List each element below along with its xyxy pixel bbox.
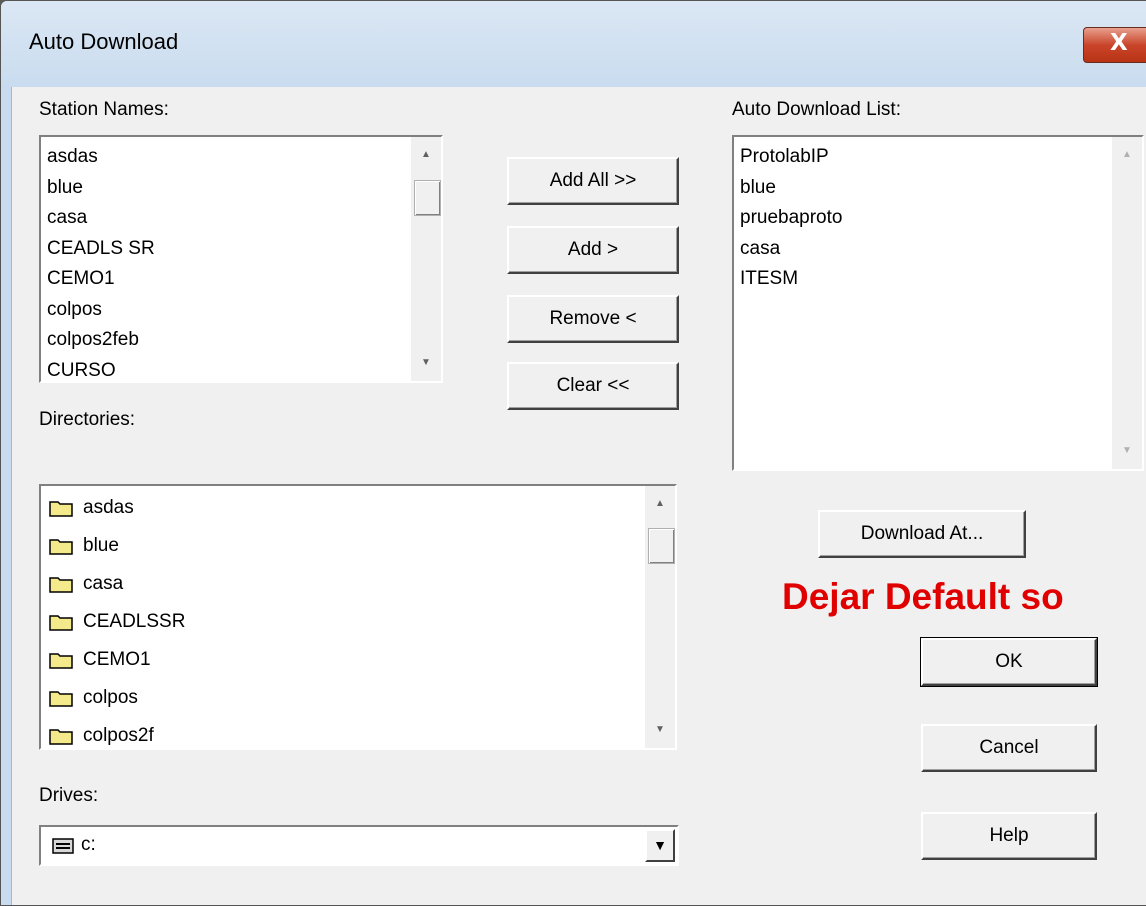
dropdown-arrow-icon[interactable]: ▼ <box>645 829 675 862</box>
list-item[interactable]: casa <box>47 203 155 234</box>
directory-label: casa <box>83 573 124 594</box>
folder-icon <box>49 727 73 745</box>
folder-icon <box>49 575 73 593</box>
list-item[interactable]: ProtolabIP <box>740 142 842 173</box>
auto-download-list-label: Auto Download List: <box>732 99 901 120</box>
download-at-button[interactable]: Download At... <box>818 510 1026 558</box>
list-item[interactable]: colpos2f <box>49 717 185 755</box>
list-item[interactable]: blue <box>49 527 185 565</box>
list-item[interactable]: colpos <box>47 295 155 326</box>
list-item[interactable]: CEADLSSR <box>49 603 185 641</box>
window-title: Auto Download <box>29 29 179 54</box>
station-names-label: Station Names: <box>39 99 169 120</box>
add-all-button[interactable]: Add All >> <box>507 157 679 205</box>
directory-label: colpos <box>83 687 138 708</box>
list-item[interactable]: blue <box>740 173 842 204</box>
directories-scrollbar[interactable]: ▲ ▼ <box>645 486 675 748</box>
scroll-down-arrow-icon[interactable]: ▼ <box>645 716 675 744</box>
scroll-thumb[interactable] <box>648 528 675 564</box>
folder-icon <box>49 499 73 517</box>
cancel-button[interactable]: Cancel <box>921 724 1097 772</box>
list-item[interactable]: ITESM <box>740 264 842 295</box>
auto-download-scrollbar[interactable]: ▲ ▼ <box>1112 137 1142 469</box>
directory-label: asdas <box>83 497 134 518</box>
folder-icon <box>49 537 73 555</box>
directories-listbox[interactable]: asdas blue casa CEADLSSR CEMO1 colpos co… <box>39 484 677 750</box>
help-button[interactable]: Help <box>921 812 1097 860</box>
drives-selected-value: c: <box>81 834 96 855</box>
drives-combobox[interactable]: c: ▼ <box>39 825 679 866</box>
close-button[interactable]: X <box>1083 27 1146 63</box>
directory-label: blue <box>83 535 119 556</box>
directory-label: colpos2f <box>83 725 154 746</box>
drive-icon <box>52 838 74 859</box>
directory-label: CEMO1 <box>83 649 151 670</box>
scroll-up-arrow-icon[interactable]: ▲ <box>1112 141 1142 169</box>
folder-icon <box>49 651 73 669</box>
folder-icon <box>49 689 73 707</box>
clear-button[interactable]: Clear << <box>507 362 679 410</box>
list-item[interactable]: colpos <box>49 679 185 717</box>
list-item[interactable]: casa <box>740 234 842 265</box>
scroll-up-arrow-icon[interactable]: ▲ <box>411 141 441 169</box>
auto-download-listbox[interactable]: ProtolabIP blue pruebaproto casa ITESM ▲… <box>732 135 1144 471</box>
remove-button[interactable]: Remove < <box>507 295 679 343</box>
list-item[interactable]: pruebaproto <box>740 203 842 234</box>
station-names-listbox[interactable]: asdas blue casa CEADLS SR CEMO1 colpos c… <box>39 135 443 383</box>
list-item[interactable]: CEADLS SR <box>47 234 155 265</box>
ok-button[interactable]: OK <box>920 637 1098 687</box>
scroll-down-arrow-icon[interactable]: ▼ <box>411 349 441 377</box>
directory-label: CEADLSSR <box>83 611 186 632</box>
list-item[interactable]: CEMO1 <box>49 641 185 679</box>
list-item[interactable]: casa <box>49 565 185 603</box>
annotation-note: Dejar Default so <box>782 576 1064 617</box>
scroll-down-arrow-icon[interactable]: ▼ <box>1112 437 1142 465</box>
window-frame <box>1 87 12 905</box>
close-icon: X <box>1110 30 1128 56</box>
list-item[interactable]: asdas <box>49 489 185 527</box>
scroll-up-arrow-icon[interactable]: ▲ <box>645 490 675 518</box>
list-item[interactable]: asdas <box>47 142 155 173</box>
list-item[interactable]: blue <box>47 173 155 204</box>
directories-label: Directories: <box>39 409 136 430</box>
title-bar: Auto Download X <box>1 1 1146 87</box>
list-item[interactable]: CURSO <box>47 356 155 387</box>
auto-download-dialog: Auto Download X Station Names: asdas blu… <box>0 0 1146 906</box>
drives-label: Drives: <box>39 785 99 806</box>
list-item[interactable]: colpos2feb <box>47 325 155 356</box>
add-button[interactable]: Add > <box>507 226 679 274</box>
list-item[interactable]: CEMO1 <box>47 264 155 295</box>
scroll-thumb[interactable] <box>414 180 441 216</box>
folder-icon <box>49 613 73 631</box>
dialog-client-area: Station Names: asdas blue casa CEADLS SR… <box>12 87 1146 905</box>
station-names-scrollbar[interactable]: ▲ ▼ <box>411 137 441 381</box>
